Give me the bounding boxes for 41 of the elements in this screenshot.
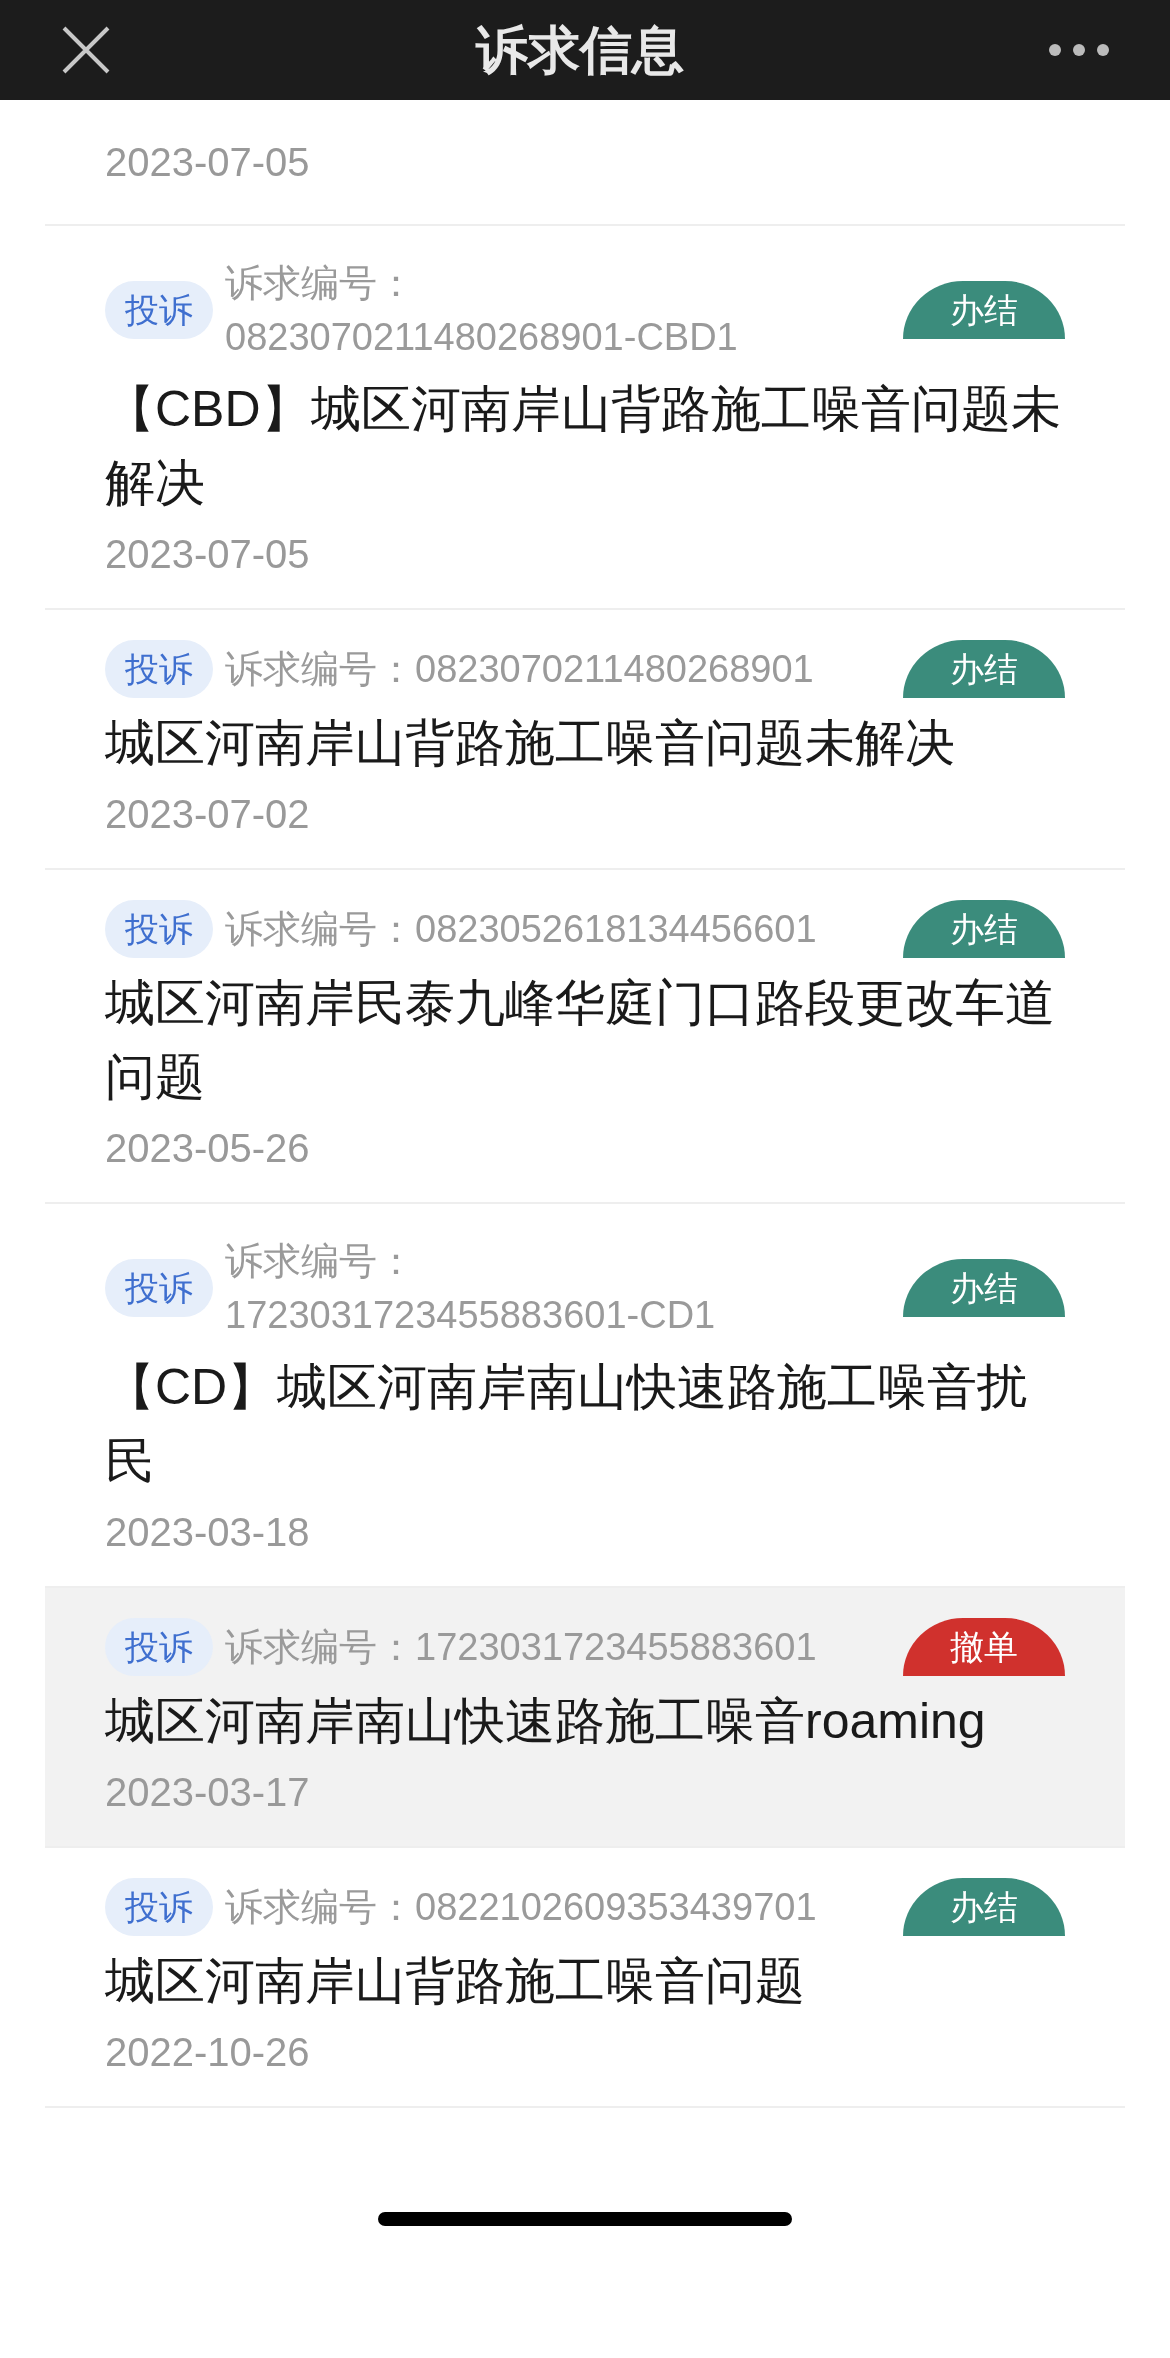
complaint-item[interactable]: 投诉 诉求编号：1723031723455883601 撤单 城区河南岸南山快速路施工噪音roaming 2023-03-17 — [45, 1588, 1125, 1848]
status-tag: 办结 — [903, 1878, 1065, 1936]
complaint-number: 1723031723455883601-CD1 — [225, 1293, 716, 1338]
status-tag: 办结 — [903, 900, 1065, 958]
status-tag: 办结 — [903, 1259, 1065, 1317]
number-label: 诉求编号： — [225, 261, 415, 306]
status-tag: 办结 — [903, 640, 1065, 698]
item-date: 2023-07-05 — [105, 140, 310, 184]
type-badge: 投诉 — [105, 281, 213, 339]
type-badge: 投诉 — [105, 640, 213, 698]
status-tag: 办结 — [903, 281, 1065, 339]
item-date: 2023-07-05 — [105, 531, 311, 578]
item-title: 城区河南岸山背路施工噪音问题未解决 — [105, 714, 956, 773]
item-title: 城区河南岸山背路施工噪音问题 — [105, 1952, 806, 2011]
complaint-number: 0822102609353439701 — [415, 1885, 817, 1930]
type-badge: 投诉 — [105, 900, 213, 958]
more-icon[interactable] — [1048, 43, 1110, 57]
type-badge: 投诉 — [105, 1878, 213, 1936]
close-icon[interactable] — [60, 24, 112, 76]
item-title: 城区河南岸民泰九峰华庭门口路段更改车道问题 — [105, 974, 1056, 1107]
number-label: 诉求编号： — [225, 1239, 415, 1284]
complaint-number: 0823070211480268901-CBD1 — [225, 315, 738, 360]
type-badge: 投诉 — [105, 1259, 213, 1317]
number-label: 诉求编号： — [225, 647, 415, 692]
complaint-number: 1723031723455883601 — [415, 1625, 817, 1670]
item-date: 2023-05-26 — [105, 1125, 311, 1172]
item-title: 【CBD】城区河南岸山背路施工噪音问题未解决 — [105, 380, 1062, 513]
page-title: 诉求信息 — [476, 24, 684, 76]
item-title: 城区河南岸南山快速路施工噪音roaming — [105, 1692, 987, 1751]
complaint-number: 0823070211480268901 — [415, 647, 814, 692]
number-label: 诉求编号： — [225, 1625, 415, 1670]
number-label: 诉求编号： — [225, 1885, 415, 1930]
item-date: 2022-10-26 — [105, 2029, 311, 2076]
number-label: 诉求编号： — [225, 907, 415, 952]
item-date: 2023-07-02 — [105, 791, 311, 838]
status-tag: 撤单 — [903, 1618, 1065, 1676]
item-title: 【CD】城区河南岸南山快速路施工噪音扰民 — [105, 1358, 1029, 1491]
item-date: 2023-03-17 — [105, 1769, 311, 1816]
type-badge: 投诉 — [105, 1618, 213, 1676]
complaint-number: 0823052618134456601 — [415, 907, 817, 952]
item-date: 2023-03-18 — [105, 1509, 311, 1556]
